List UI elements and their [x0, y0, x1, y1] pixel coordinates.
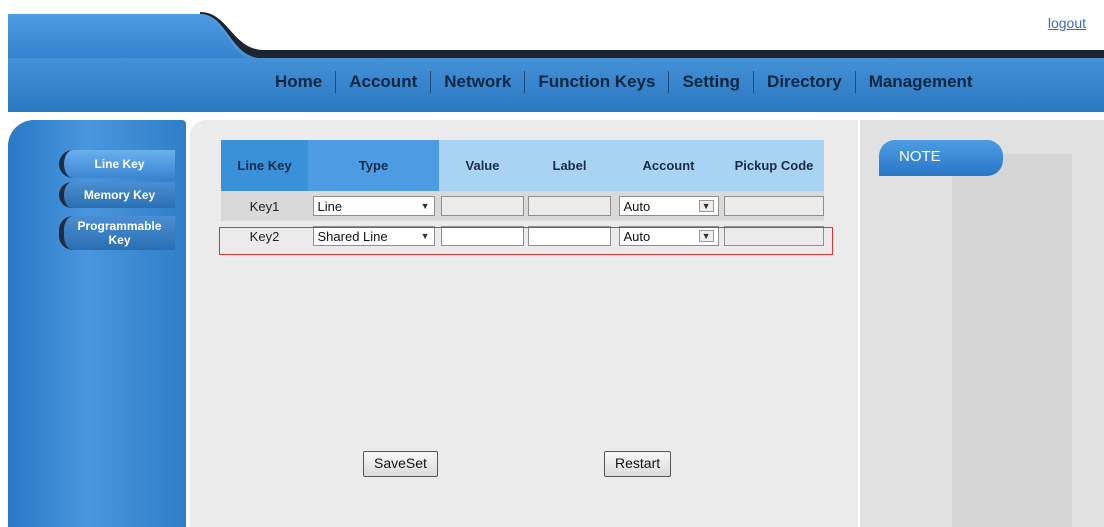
saveset-button[interactable]: SaveSet: [363, 451, 438, 477]
nav-separator: [524, 71, 526, 93]
pickup-code-input[interactable]: [724, 196, 824, 216]
nav-account[interactable]: Account: [336, 72, 430, 92]
nav-setting[interactable]: Setting: [669, 72, 753, 92]
note-panel: NOTE: [860, 120, 1104, 527]
label-cell: [526, 191, 613, 221]
nav-network[interactable]: Network: [431, 72, 524, 92]
column-header-value: Value: [439, 140, 526, 191]
sidebar: Line Key Memory Key Programmable Key: [8, 120, 186, 527]
column-header-type: Type: [308, 140, 439, 191]
row-highlight-box: [219, 227, 833, 255]
nav-separator: [335, 71, 337, 93]
column-header-pickup-code: Pickup Code: [724, 140, 824, 191]
account-cell: Auto ▼: [613, 191, 724, 221]
value-cell: [439, 191, 526, 221]
top-navigation: Home Account Network Function Keys Setti…: [262, 62, 986, 102]
sidebar-item-programmable-key[interactable]: Programmable Key: [59, 216, 175, 250]
logout-link[interactable]: logout: [1048, 15, 1086, 31]
column-header-account: Account: [613, 140, 724, 191]
type-cell: Line ▼: [308, 191, 439, 221]
account-select[interactable]: Auto ▼: [618, 196, 719, 216]
column-header-label: Label: [526, 140, 613, 191]
nav-management[interactable]: Management: [856, 72, 986, 92]
sidebar-item-label: Line Key: [94, 157, 145, 171]
nav-separator: [430, 71, 432, 93]
restart-button[interactable]: Restart: [604, 451, 672, 477]
type-select[interactable]: Line ▼: [312, 196, 435, 216]
value-input[interactable]: [441, 196, 524, 216]
chevron-down-icon: ▼: [420, 201, 430, 211]
nav-separator: [854, 71, 856, 93]
nav-function-keys[interactable]: Function Keys: [525, 72, 668, 92]
key-name: Key1: [221, 191, 308, 221]
nav-separator: [668, 71, 670, 93]
pickup-code-cell: [724, 191, 824, 221]
table-row: Key1 Line ▼ Auto ▼: [221, 191, 824, 221]
main-panel: Line Key Type Value Label Account Pickup…: [190, 120, 858, 527]
label-input[interactable]: [528, 196, 611, 216]
type-select-value: Line: [317, 198, 343, 214]
chevron-down-icon: ▼: [698, 200, 714, 212]
column-header-line-key: Line Key: [221, 140, 308, 191]
nav-separator: [753, 71, 755, 93]
sidebar-item-memory-key[interactable]: Memory Key: [59, 182, 175, 208]
nav-directory[interactable]: Directory: [754, 72, 855, 92]
note-content-area: [952, 154, 1072, 527]
sidebar-item-label: Memory Key: [83, 188, 156, 202]
sidebar-item-line-key[interactable]: Line Key: [59, 150, 175, 178]
account-select-value: Auto: [623, 198, 651, 214]
sidebar-item-label: Programmable: [77, 219, 162, 233]
sidebar-item-label-line2: Key: [108, 233, 131, 247]
nav-home[interactable]: Home: [262, 72, 335, 92]
note-title: NOTE: [879, 140, 1003, 176]
